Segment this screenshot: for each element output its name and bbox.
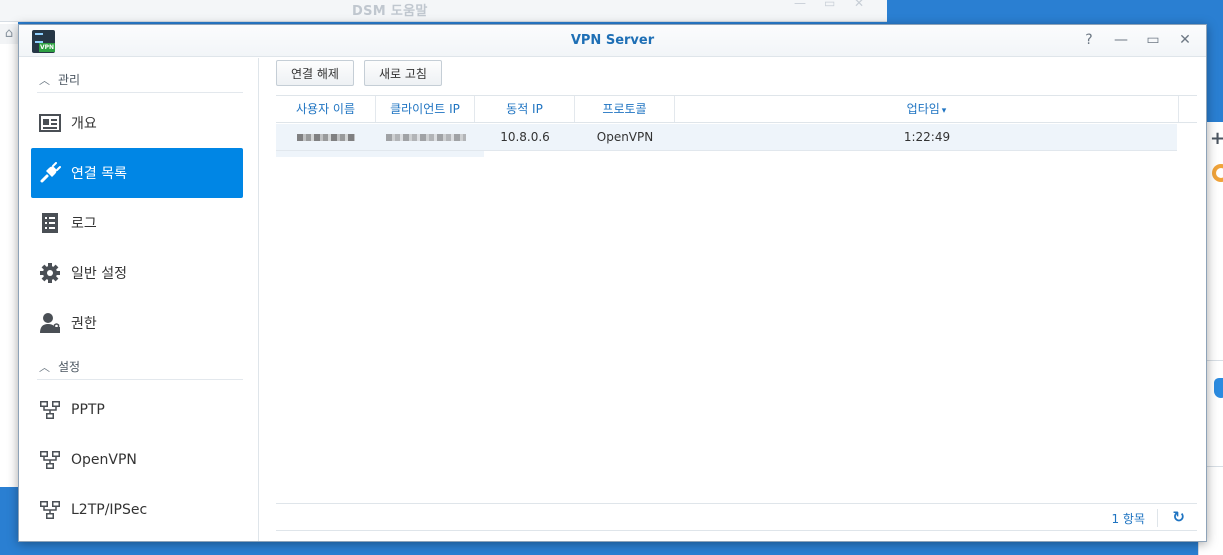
log-list-icon	[39, 212, 61, 234]
cell-client-ip	[376, 124, 475, 151]
sidebar-item-openvpn[interactable]: OpenVPN	[31, 435, 243, 485]
chevron-up-icon: ︿	[39, 360, 50, 374]
sidebar-item-label: 일반 설정	[71, 266, 127, 282]
network-icon	[39, 499, 61, 521]
gear-icon	[39, 262, 61, 284]
window-titlebar[interactable]: VPN VPN Server ? — ▭ ✕	[19, 25, 1206, 57]
background-window-title: DSM 도움말	[352, 4, 428, 19]
redacted-client-ip	[385, 134, 466, 141]
refresh-icon[interactable]: ↻	[1172, 508, 1185, 526]
network-icon	[39, 399, 61, 421]
refresh-button[interactable]: 새로 고침	[364, 60, 442, 86]
section-header-settings[interactable]: ︿ 설정	[37, 354, 243, 380]
section-header-manage[interactable]: ︿ 관리	[37, 67, 243, 93]
sidebar-item-log[interactable]: 로그	[31, 198, 243, 248]
column-header-username[interactable]: 사용자 이름	[276, 96, 376, 122]
sidebar-item-label: 연결 목록	[71, 166, 127, 182]
disconnect-button[interactable]: 연결 해제	[276, 60, 354, 86]
connection-grid: 사용자 이름 클라이언트 IP 동적 IP 프로토콜 업타임 ▾ 10.8.0.6…	[276, 95, 1197, 503]
redacted-username	[297, 134, 355, 141]
connection-list-panel: 연결 해제 새로 고침 사용자 이름 클라이언트 IP 동적 IP 프로토콜 업…	[260, 58, 1206, 541]
section-title-settings: 설정	[58, 360, 81, 374]
sidebar-item-permissions[interactable]: 권한	[31, 298, 243, 348]
sidebar-item-l2tp-ipsec[interactable]: L2TP/IPSec	[31, 485, 243, 535]
sidebar-item-pptp[interactable]: PPTP	[31, 385, 243, 435]
window-title: VPN Server	[570, 33, 655, 48]
help-icon[interactable]: ?	[1080, 31, 1098, 49]
sidebar-item-label: L2TP/IPSec	[71, 502, 148, 518]
background-maximize-icon: ▭	[824, 0, 836, 10]
background-left-strip	[0, 22, 18, 487]
background-minimize-icon: —	[794, 0, 806, 10]
background-close-icon: ✕	[854, 0, 865, 10]
user-lock-icon	[39, 312, 61, 334]
sidebar-item-overview[interactable]: 개요	[31, 98, 243, 148]
chevron-up-icon: ︿	[39, 73, 50, 87]
sort-desc-icon: ▾	[941, 106, 947, 116]
network-icon	[39, 449, 61, 471]
sidebar-item-connection-list[interactable]: 연결 목록	[31, 148, 243, 198]
overview-card-icon	[39, 112, 61, 134]
cell-dynamic-ip: 10.8.0.6	[500, 130, 550, 144]
sidebar-item-label: 권한	[71, 316, 97, 332]
add-widget-icon: +	[1210, 128, 1223, 149]
column-header-uptime[interactable]: 업타임 ▾	[675, 96, 1179, 122]
sidebar: ︿ 관리 개요 연결 목록 로그 일반 설정 권한 ︿ 설정 PPTP Open…	[19, 58, 259, 541]
home-icon: ⌂	[0, 24, 18, 44]
grid-footer: 1 항목 ↻	[276, 503, 1197, 531]
cell-username	[276, 124, 376, 151]
plug-icon	[39, 162, 61, 184]
sidebar-item-general-settings[interactable]: 일반 설정	[31, 248, 243, 298]
sidebar-item-label: 로그	[71, 216, 97, 232]
close-icon[interactable]: ✕	[1176, 31, 1194, 49]
background-help-window: DSM 도움말 — ▭ ✕	[0, 0, 887, 22]
column-header-client-ip[interactable]: 클라이언트 IP	[376, 96, 475, 122]
row-overflow	[276, 151, 484, 157]
grid-header: 사용자 이름 클라이언트 IP 동적 IP 프로토콜 업타임 ▾	[276, 96, 1197, 123]
storage-ring-icon	[1212, 164, 1223, 182]
sidebar-item-label: PPTP	[71, 402, 105, 418]
sidebar-item-label: OpenVPN	[71, 452, 137, 468]
table-row[interactable]: 10.8.0.6 OpenVPN 1:22:49	[276, 124, 1177, 151]
footer-divider	[1157, 509, 1158, 527]
cell-uptime: 1:22:49	[903, 130, 951, 144]
vpn-server-window: VPN VPN Server ? — ▭ ✕ ︿ 관리 개요 연결 목록 로그 …	[18, 24, 1207, 542]
section-title-manage: 관리	[58, 73, 81, 87]
cell-protocol: OpenVPN	[596, 130, 654, 144]
column-header-protocol[interactable]: 프로토콜	[575, 96, 675, 122]
maximize-icon[interactable]: ▭	[1144, 31, 1162, 49]
minimize-icon[interactable]: —	[1112, 31, 1130, 49]
column-header-dynamic-ip[interactable]: 동적 IP	[475, 96, 575, 122]
item-count: 1 항목	[1111, 512, 1145, 526]
security-shield-icon	[1214, 378, 1223, 398]
sidebar-item-label: 개요	[71, 116, 97, 132]
